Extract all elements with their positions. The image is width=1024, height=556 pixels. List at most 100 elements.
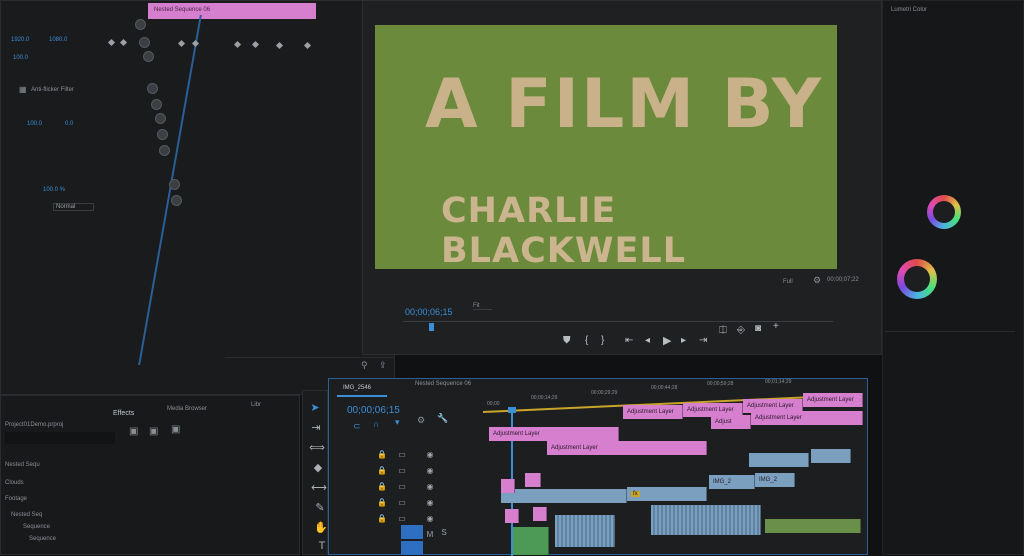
wrench-icon[interactable]: ⚙ — [813, 275, 821, 286]
color-wheel-icon[interactable] — [927, 195, 961, 229]
video-clip[interactable] — [749, 453, 809, 467]
track-sync-icon[interactable]: ▭ — [397, 451, 407, 459]
reset-param-icon[interactable] — [147, 83, 158, 94]
list-item[interactable]: Sequence — [23, 524, 50, 530]
list-item[interactable]: Nested Seq — [11, 512, 42, 518]
adjustment-clip[interactable] — [501, 479, 515, 493]
param-value[interactable]: 0.0 — [65, 121, 73, 127]
adjustment-clip[interactable]: Adjust — [711, 415, 751, 429]
go-to-out-icon[interactable]: ⇥ — [699, 335, 707, 346]
keyframe-icon[interactable] — [251, 40, 260, 49]
adjustment-clip[interactable]: Adjustment Layer — [803, 393, 863, 407]
monitor-scrub-bar[interactable] — [403, 321, 833, 331]
add-marker-icon[interactable]: ▾ — [395, 417, 400, 428]
adjustment-clip[interactable] — [533, 507, 547, 521]
track-sync-icon[interactable]: ▭ — [397, 467, 407, 475]
step-forward-icon[interactable]: ▸ — [681, 335, 686, 346]
new-bin-icon[interactable]: ▣ — [129, 426, 138, 437]
timeline-timecode[interactable]: 00;00;06;15 — [347, 405, 400, 416]
param-link-icon[interactable]: ▦ — [19, 85, 27, 94]
track-mute-icon[interactable]: M — [425, 531, 435, 539]
track-eye-icon[interactable]: ◉ — [425, 499, 435, 507]
timeline-display-settings-icon[interactable]: ⚙ — [417, 415, 425, 426]
tab-libraries[interactable]: Libr — [251, 402, 261, 408]
reset-param-icon[interactable] — [155, 113, 166, 124]
pen-tool-icon[interactable]: ✎ — [312, 501, 328, 515]
track-eye-icon[interactable]: ◉ — [425, 483, 435, 491]
track-sync-icon[interactable]: ▭ — [397, 483, 407, 491]
audio-clip[interactable] — [651, 505, 761, 535]
adjustment-clip[interactable]: Adjustment Layer — [623, 405, 683, 419]
step-back-icon[interactable]: ◂ — [645, 335, 650, 346]
tab-effects[interactable]: Effects — [113, 410, 134, 417]
video-clip[interactable] — [811, 449, 851, 463]
adjustment-clip[interactable] — [505, 509, 519, 523]
track-lock-icon[interactable]: 🔒 — [377, 451, 387, 459]
track-lock-icon[interactable]: 🔒 — [377, 499, 387, 507]
track-target-a1[interactable] — [401, 541, 423, 555]
list-item[interactable]: Nested Sequ — [5, 462, 40, 468]
lift-icon[interactable]: ⎅ — [719, 325, 727, 336]
mark-out-icon[interactable]: } — [601, 335, 604, 346]
add-marker-icon[interactable]: ⛊ — [563, 335, 571, 346]
new-item-icon[interactable]: ▣ — [149, 426, 158, 437]
track-lock-icon[interactable]: 🔒 — [377, 467, 387, 475]
reset-param-icon[interactable] — [135, 19, 146, 30]
button-editor-icon[interactable]: + — [773, 321, 779, 332]
param-value[interactable]: 1080.0 — [49, 37, 67, 43]
keyframe-icon[interactable] — [119, 38, 128, 47]
color-wheel-icon[interactable] — [897, 259, 937, 299]
filter-icon[interactable]: ⚲ — [361, 360, 368, 371]
track-target-v1[interactable] — [401, 525, 423, 539]
track-eye-icon[interactable]: ◉ — [425, 451, 435, 459]
video-clip[interactable]: fx — [627, 487, 707, 501]
program-video-frame[interactable]: A FILM BY CHARLIE BLACKWELL — [375, 25, 837, 271]
audio-clip[interactable] — [765, 519, 861, 533]
blend-mode-select[interactable]: Normal — [53, 203, 95, 211]
track-solo-icon[interactable]: S — [439, 529, 449, 537]
video-clip[interactable]: IMG_2 — [755, 473, 795, 487]
track-select-icon[interactable]: ⇥ — [308, 421, 324, 435]
keyframe-icon[interactable] — [275, 41, 284, 50]
delete-icon[interactable]: ▣ — [171, 424, 180, 435]
mark-in-icon[interactable]: { — [585, 335, 588, 346]
slip-tool-icon[interactable]: ⟷ — [311, 481, 327, 495]
quality-dropdown[interactable]: Full — [783, 279, 793, 285]
keyframe-icon[interactable] — [191, 39, 200, 48]
opacity-value[interactable]: 100.0 % — [43, 187, 65, 193]
keyframe-icon[interactable] — [233, 40, 242, 49]
timeline-tab-nested[interactable]: Nested Sequence 06 — [415, 381, 471, 387]
timeline-tab-active[interactable]: IMG_2546 — [337, 385, 387, 397]
go-to-in-icon[interactable]: ⇤ — [625, 335, 633, 346]
adjustment-clip[interactable]: Adjustment Layer — [547, 441, 707, 455]
hand-tool-icon[interactable]: ✋ — [313, 521, 329, 535]
track-sync-icon[interactable]: ▭ — [397, 499, 407, 507]
keyframe-icon[interactable] — [177, 39, 186, 48]
export-icon[interactable]: ⇪ — [379, 360, 387, 371]
reset-param-icon[interactable] — [169, 179, 180, 190]
extract-icon[interactable]: ⎆ — [737, 325, 745, 336]
video-clip[interactable] — [501, 489, 627, 503]
list-item[interactable]: Footage — [5, 496, 27, 502]
effect-controls-clip-header[interactable]: Nested Sequence 06 — [148, 3, 316, 19]
track-sync-icon[interactable]: ▭ — [397, 515, 407, 523]
track-lock-icon[interactable]: 🔒 — [377, 515, 387, 523]
track-lock-icon[interactable]: 🔒 — [377, 483, 387, 491]
ripple-edit-icon[interactable]: ⟺ — [309, 441, 325, 455]
video-clip[interactable]: IMG_2 — [709, 475, 755, 489]
reset-param-icon[interactable] — [139, 37, 150, 48]
tab-media-browser[interactable]: Media Browser — [167, 406, 207, 412]
track-eye-icon[interactable]: ◉ — [425, 467, 435, 475]
list-item[interactable]: Clouds — [5, 480, 24, 486]
track-eye-icon[interactable]: ◉ — [425, 515, 435, 523]
program-timecode[interactable]: 00;00;06;15 — [405, 307, 453, 317]
reset-param-icon[interactable] — [157, 129, 168, 140]
param-value[interactable]: 100.0 — [27, 121, 42, 127]
keyframe-icon[interactable] — [107, 38, 116, 47]
reset-param-icon[interactable] — [171, 195, 182, 206]
razor-tool-icon[interactable]: ◆ — [310, 461, 326, 475]
audio-clip[interactable] — [513, 527, 549, 555]
linked-selection-icon[interactable]: ∩ — [373, 419, 379, 429]
reset-param-icon[interactable] — [143, 51, 154, 62]
reset-param-icon[interactable] — [159, 145, 170, 156]
